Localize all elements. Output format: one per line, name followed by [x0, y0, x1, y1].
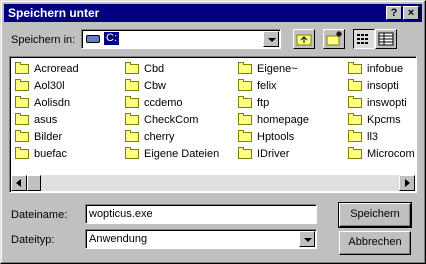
- details-view-icon: [378, 32, 394, 46]
- scroll-left-button[interactable]: [11, 175, 27, 191]
- folder-icon: [348, 130, 362, 142]
- folder-name: Aolisdn: [34, 97, 71, 109]
- dialog-title: Speichern unter: [8, 6, 100, 20]
- folder-icon: [348, 113, 362, 125]
- filetype-value: Anwendung: [89, 233, 148, 245]
- folder-icon: [125, 130, 139, 142]
- folder-name: ll3: [367, 131, 379, 143]
- new-folder-icon: [326, 31, 342, 46]
- folder-name: CheckCom: [144, 114, 199, 126]
- save-in-dropdown[interactable]: C:: [81, 29, 281, 49]
- folder-icon: [15, 130, 29, 142]
- up-folder-icon: [296, 34, 312, 46]
- folder-icon: [348, 79, 362, 91]
- folder-name: Microcom: [367, 148, 415, 160]
- help-button[interactable]: ?: [386, 6, 402, 20]
- folder-name: inswopti: [367, 97, 407, 109]
- folder-icon: [238, 147, 252, 159]
- details-view-button[interactable]: [375, 29, 397, 49]
- folder-name: buefac: [34, 148, 68, 160]
- folder-name: cherry: [144, 131, 175, 143]
- folder-name: Cbd: [144, 63, 165, 75]
- folder-icon: [238, 79, 252, 91]
- folder-name: Eigene~: [257, 63, 298, 75]
- folder-name: ftp: [257, 97, 270, 109]
- folder-icon: [15, 113, 29, 125]
- folder-icon: [348, 62, 362, 74]
- save-as-dialog: Speichern unter ? × Speichern in: C: Mic…: [0, 0, 426, 264]
- folder-icon: [125, 147, 139, 159]
- folder-name: IDriver: [257, 148, 290, 160]
- folder-icon: [238, 96, 252, 108]
- file-list[interactable]: Microcom IDriver Eigene Dateien buefac ll3 Hp…: [9, 56, 417, 193]
- folder-icon: [15, 79, 29, 91]
- folder-icon: [238, 62, 252, 74]
- list-view-icon: [357, 34, 368, 44]
- up-folder-button[interactable]: [293, 29, 315, 49]
- folder-name: Aol30l: [34, 80, 65, 92]
- list-view-button[interactable]: [353, 29, 375, 49]
- folder-name: Bilder: [34, 131, 63, 143]
- folder-icon: [348, 96, 362, 108]
- folder-name: felix: [257, 80, 277, 92]
- folder-icon: [125, 113, 139, 125]
- filename-value: wopticus.exe: [89, 208, 153, 220]
- save-button[interactable]: Speichern: [338, 202, 412, 228]
- arrow-right-icon: [405, 179, 410, 187]
- folder-icon: [15, 96, 29, 108]
- folder-name: Eigene Dateien: [144, 148, 220, 160]
- drive-icon: [86, 35, 100, 43]
- folder-icon: [238, 130, 252, 142]
- folder-icon: [15, 147, 29, 159]
- folder-icon: [125, 79, 139, 91]
- folder-name: homepage: [257, 114, 309, 126]
- folder-name: ccdemo: [144, 97, 183, 109]
- filetype-label: Dateityp:: [11, 234, 55, 246]
- folder-icon: [125, 62, 139, 74]
- folder-icon: [348, 147, 362, 159]
- cancel-button[interactable]: Abbrechen: [339, 231, 411, 255]
- scroll-right-button[interactable]: [399, 175, 415, 191]
- folder-name: insopti: [367, 80, 399, 92]
- folder-name: Hptools: [257, 131, 295, 143]
- folder-name: asus: [34, 114, 58, 126]
- chevron-down-icon[interactable]: [263, 31, 279, 47]
- folder-name: Kpcms: [367, 114, 401, 126]
- close-button[interactable]: ×: [403, 6, 419, 20]
- new-folder-button[interactable]: [323, 29, 345, 49]
- folder-name: Acroread: [34, 63, 79, 75]
- folder-icon: [15, 62, 29, 74]
- folder-name: Cbw: [144, 80, 167, 92]
- filename-label: Dateiname:: [11, 209, 68, 221]
- filetype-dropdown[interactable]: Anwendung: [85, 229, 317, 249]
- folder-name: infobue: [367, 63, 404, 75]
- folder-icon: [125, 96, 139, 108]
- arrow-left-icon: [16, 179, 21, 187]
- save-in-value: C:: [104, 32, 119, 45]
- horizontal-scrollbar[interactable]: [11, 175, 415, 191]
- folder-icon: [238, 113, 252, 125]
- filename-input[interactable]: wopticus.exe: [85, 204, 317, 224]
- scroll-thumb[interactable]: [27, 175, 41, 191]
- title-bar: Speichern unter ? ×: [4, 4, 422, 22]
- chevron-down-icon[interactable]: [299, 231, 315, 247]
- save-in-label: Speichern in:: [11, 34, 76, 46]
